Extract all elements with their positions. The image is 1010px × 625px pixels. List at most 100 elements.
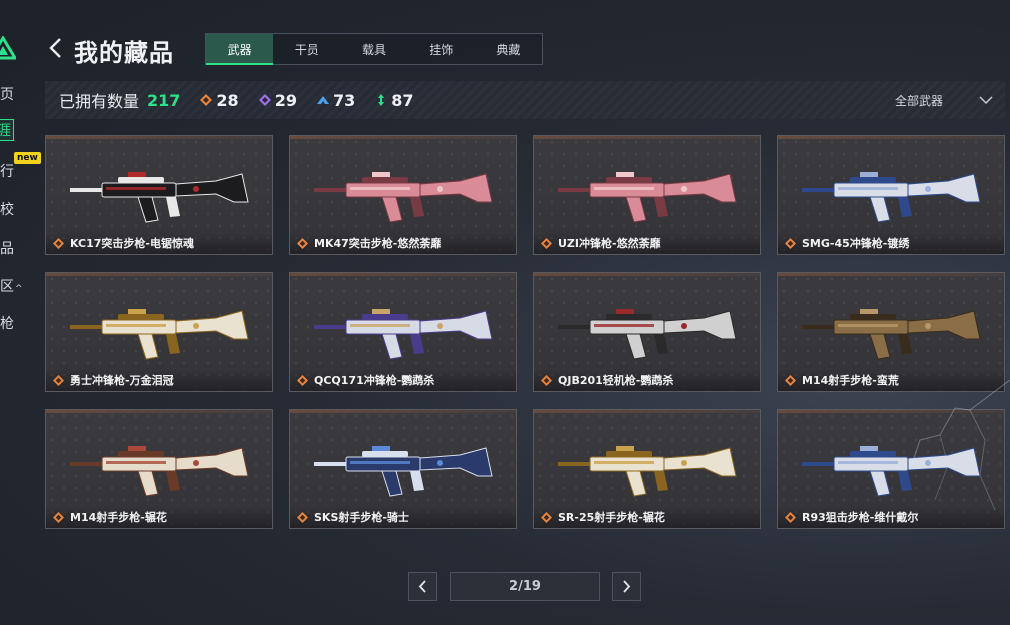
weapon-skin-image	[314, 446, 493, 497]
game-logo-icon	[0, 36, 16, 60]
weapon-skin-image	[802, 172, 981, 223]
orange-diamond-icon	[53, 237, 64, 249]
card-footer: R93狙击步枪-维什戴尔	[778, 506, 1004, 528]
chevron-down-icon	[979, 96, 993, 105]
weapon-skin-name: KC17突击步枪-电锯惊魂	[70, 237, 194, 250]
side-nav-item-3[interactable]: 行	[0, 161, 14, 181]
next-page-button[interactable]	[612, 572, 641, 601]
weapon-skin-image	[802, 309, 981, 360]
weapon-skin-image	[70, 309, 249, 360]
weapon-skin-image	[314, 172, 493, 223]
weapon-skin-name: M14射手步枪-蛮荒	[802, 374, 899, 387]
tab-weapons[interactable]: 武器	[206, 34, 274, 65]
weapon-skin-name: M14射手步枪-辗花	[70, 511, 167, 524]
card-footer: SMG-45冲锋枪-镀绣	[778, 232, 1004, 254]
tab-collection[interactable]: 典藏	[475, 34, 542, 64]
weapon-skin-name: SR-25射手步枪-辗花	[558, 511, 665, 524]
orange-diamond-icon	[541, 374, 552, 386]
rarity-legendary-count: 28	[216, 90, 239, 110]
rarity-epic-count: 29	[274, 90, 297, 110]
orange-diamond-icon	[541, 511, 552, 523]
new-badge: new	[14, 152, 41, 164]
side-nav-item-7[interactable]: 枪	[0, 313, 14, 333]
weapon-skin-name: UZI冲锋枪-悠然荼靡	[558, 237, 661, 250]
weapon-skin-image	[558, 446, 737, 497]
chevron-left-icon	[418, 580, 426, 593]
card-footer: SKS射手步枪-骑士	[290, 506, 516, 528]
card-footer: KC17突击步枪-电锯惊魂	[46, 232, 272, 254]
rarity-rare: 73	[316, 90, 356, 110]
weapon-skin-name: MK47突击步枪-悠然荼靡	[314, 237, 442, 250]
orange-diamond-icon	[53, 511, 64, 523]
tab-charms[interactable]: 挂饰	[408, 34, 475, 64]
card-footer: UZI冲锋枪-悠然荼靡	[534, 232, 760, 254]
orange-diamond-icon	[297, 511, 308, 523]
weapon-skin-name: R93狙击步枪-维什戴尔	[802, 511, 919, 524]
weapon-skin-card[interactable]: M14射手步枪-辗花	[45, 409, 273, 529]
rarity-rare-count: 73	[332, 90, 356, 110]
owned-count-label: 已拥有数量	[59, 92, 140, 111]
card-footer: MK47突击步枪-悠然荼靡	[290, 232, 516, 254]
orange-diamond-icon	[785, 237, 796, 249]
green-arrow-icon	[378, 94, 385, 106]
side-nav-item-home[interactable]: 页	[0, 84, 14, 104]
card-footer: QJB201轻机枪-鹦鹉杀	[534, 369, 760, 391]
weapon-skin-card[interactable]: M14射手步枪-蛮荒	[777, 272, 1005, 392]
tab-operators[interactable]: 干员	[273, 34, 340, 64]
weapon-skin-card[interactable]: R93狙击步枪-维什戴尔	[777, 409, 1005, 529]
orange-diamond-icon	[53, 374, 64, 386]
tab-vehicles[interactable]: 载具	[340, 34, 407, 64]
side-nav: 页 涯 new 行 校 品 区^ 枪	[0, 0, 44, 625]
owned-count-value: 217	[147, 90, 181, 110]
side-nav-item-4[interactable]: 校	[0, 199, 14, 219]
weapon-skin-image	[558, 309, 737, 360]
rarity-common: 87	[375, 91, 413, 110]
rarity-legendary: 28	[200, 90, 239, 110]
weapon-skin-card[interactable]: SMG-45冲锋枪-镀绣	[777, 135, 1005, 255]
back-arrow-icon[interactable]	[46, 36, 66, 60]
weapon-filter-label: 全部武器	[894, 93, 943, 108]
weapon-skin-card[interactable]: QCQ171冲锋枪-鹦鹉杀	[289, 272, 517, 392]
weapon-skin-card[interactable]: MK47突击步枪-悠然荼靡	[289, 135, 517, 255]
orange-diamond-icon	[297, 237, 308, 249]
rarity-epic: 29	[258, 90, 297, 110]
orange-diamond-icon	[541, 237, 552, 249]
card-footer: 勇士冲锋枪-万金泪冠	[46, 369, 272, 391]
weapon-skin-grid: KC17突击步枪-电锯惊魂 MK47突击步枪-悠然荼靡 UZI冲锋枪-悠然荼靡	[45, 135, 1005, 529]
chevron-up-icon: ^	[15, 284, 23, 294]
weapon-skin-name: QCQ171冲锋枪-鹦鹉杀	[314, 374, 435, 387]
orange-diamond-icon	[200, 94, 213, 106]
weapon-skin-name: 勇士冲锋枪-万金泪冠	[70, 374, 174, 387]
card-footer: M14射手步枪-蛮荒	[778, 369, 1004, 391]
weapon-skin-image	[70, 172, 249, 223]
weapon-skin-card[interactable]: SKS射手步枪-骑士	[289, 409, 517, 529]
card-footer: QCQ171冲锋枪-鹦鹉杀	[290, 369, 516, 391]
side-nav-item-career[interactable]: 涯	[0, 119, 14, 141]
weapon-filter-dropdown[interactable]: 全部武器	[895, 81, 993, 119]
orange-diamond-icon	[785, 511, 796, 523]
prev-page-button[interactable]	[408, 572, 437, 601]
chevron-right-icon	[623, 580, 631, 593]
category-tabs: 武器 干员 载具 挂饰 典藏	[205, 33, 543, 65]
weapon-skin-card[interactable]: SR-25射手步枪-辗花	[533, 409, 761, 529]
weapon-skin-image	[314, 309, 493, 360]
weapon-skin-card[interactable]: KC17突击步枪-电锯惊魂	[45, 135, 273, 255]
weapon-skin-image	[802, 446, 981, 497]
weapon-skin-image	[558, 172, 737, 223]
collection-stats-bar: 已拥有数量 217 28 29 73 87 全部武器	[45, 81, 1005, 119]
weapon-skin-name: QJB201轻机枪-鹦鹉杀	[558, 374, 674, 387]
weapon-skin-image	[70, 446, 249, 497]
weapon-skin-card[interactable]: 勇士冲锋枪-万金泪冠	[45, 272, 273, 392]
side-nav-item-6-label: 区	[0, 279, 14, 295]
orange-diamond-icon	[785, 374, 796, 386]
weapon-skin-name: SMG-45冲锋枪-镀绣	[802, 237, 910, 250]
side-nav-item-6[interactable]: 区^	[0, 276, 23, 296]
card-footer: SR-25射手步枪-辗花	[534, 506, 760, 528]
weapon-skin-card[interactable]: QJB201轻机枪-鹦鹉杀	[533, 272, 761, 392]
side-nav-item-5[interactable]: 品	[0, 238, 14, 258]
weapon-skin-name: SKS射手步枪-骑士	[314, 511, 409, 524]
blue-chevron-icon	[316, 96, 329, 104]
purple-diamond-icon	[258, 94, 271, 106]
page-title: 我的藏品	[74, 39, 174, 67]
weapon-skin-card[interactable]: UZI冲锋枪-悠然荼靡	[533, 135, 761, 255]
